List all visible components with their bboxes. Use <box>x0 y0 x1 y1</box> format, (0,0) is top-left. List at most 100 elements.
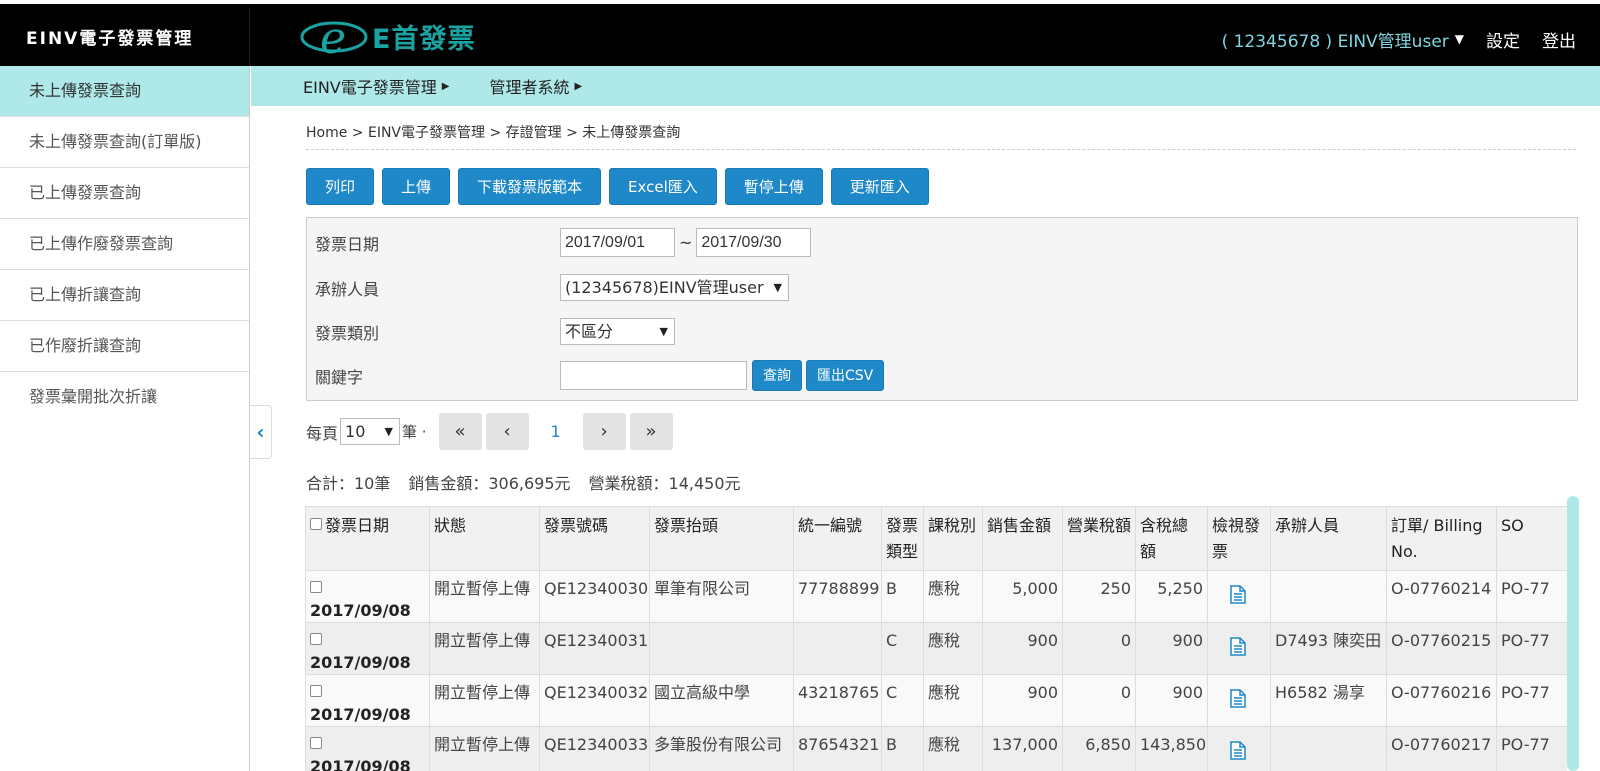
table-row[interactable]: 2017/09/08 開立暫停上傳 QE12340033 多筆股份有限公司 87… <box>305 726 1567 771</box>
invoice-type-label: 發票類別 <box>315 323 380 343</box>
print-button[interactable]: 列印 <box>306 168 375 205</box>
sidebar-collapse-button[interactable]: ‹ <box>250 405 272 459</box>
first-page-button[interactable]: « <box>438 413 482 450</box>
sidebar-item-batch-allowance[interactable]: 發票彙開批次折讓 <box>0 372 249 423</box>
next-page-button[interactable]: › <box>582 413 626 450</box>
upload-button[interactable]: 上傳 <box>382 168 451 205</box>
user-menu[interactable]: ( 12345678 ) EINV管理user ▼ <box>1222 27 1464 52</box>
cell-view <box>1207 674 1271 727</box>
cell-status: 開立暫停上傳 <box>429 570 540 623</box>
cell-tax: 250 <box>1062 570 1136 623</box>
cell-order: O-07760215 <box>1386 622 1497 675</box>
sidebar-item-uploaded-void[interactable]: 已上傳作廢發票查詢 <box>0 219 249 270</box>
cell-title: 多筆股份有限公司 <box>649 726 794 771</box>
keyword-input[interactable] <box>560 361 747 390</box>
query-button[interactable]: 查詢 <box>752 360 802 391</box>
col-title: 發票抬頭 <box>649 506 794 571</box>
cell-so: PO-77 <box>1496 726 1567 771</box>
sidebar: 未上傳發票查詢 未上傳發票查詢(訂單版) 已上傳發票查詢 已上傳作廢發票查詢 已… <box>0 66 250 771</box>
app-logo[interactable]: e E首發票 <box>300 10 475 62</box>
update-import-button[interactable]: 更新匯入 <box>830 168 929 205</box>
cell-total: 900 <box>1135 622 1208 675</box>
main-nav: EINV電子發票管理 ▶ 管理者系統 ▶ <box>251 66 1600 106</box>
cell-title <box>649 622 794 675</box>
table-row[interactable]: 2017/09/08 開立暫停上傳 QE12340032 國立高級中學 4321… <box>305 674 1567 727</box>
settings-link[interactable]: 設定 <box>1486 27 1520 52</box>
cell-order: O-07760217 <box>1386 726 1497 771</box>
vertical-scrollbar[interactable] <box>1567 496 1579 771</box>
cell-handler: H6582 湯享 <box>1270 674 1387 727</box>
cell-handler: D7493 陳奕田 <box>1270 622 1387 675</box>
cell-tax-kind: 應稅 <box>923 622 983 675</box>
nav-admin[interactable]: 管理者系統 ▶ <box>489 74 582 98</box>
cell-status: 開立暫停上傳 <box>429 674 540 727</box>
table-row[interactable]: 2017/09/08 開立暫停上傳 QE12340031 C 應稅 900 0 … <box>305 622 1567 675</box>
row-checkbox[interactable] <box>310 685 322 697</box>
sidebar-item-uploaded-allowance[interactable]: 已上傳折讓查詢 <box>0 270 249 321</box>
search-panel: 發票日期 2017/09/01 ~ 2017/09/30 承辦人員 (12345… <box>306 217 1578 401</box>
svg-text:e: e <box>320 13 346 59</box>
sidebar-item-unuploaded[interactable]: 未上傳發票查詢 <box>0 66 249 117</box>
col-date[interactable]: 發票日期 <box>305 506 430 571</box>
document-icon[interactable] <box>1230 689 1246 708</box>
cell-date[interactable]: 2017/09/08 <box>305 674 430 727</box>
caret-down-icon: ▼ <box>384 425 394 438</box>
date-to-input[interactable]: 2017/09/30 <box>696 228 812 257</box>
current-page[interactable]: 1 <box>540 413 571 450</box>
cell-type: B <box>881 570 924 623</box>
cell-date-text: 2017/09/08 <box>310 705 411 724</box>
pause-upload-button[interactable]: 暫停上傳 <box>724 168 823 205</box>
download-template-button[interactable]: 下載發票版範本 <box>458 168 602 205</box>
cell-tax-kind: 應稅 <box>923 570 983 623</box>
cell-number: QE12340030 <box>539 570 650 623</box>
sidebar-item-uploaded[interactable]: 已上傳發票查詢 <box>0 168 249 219</box>
cell-date[interactable]: 2017/09/08 <box>305 570 430 623</box>
row-checkbox[interactable] <box>310 737 322 749</box>
document-icon[interactable] <box>1230 741 1246 760</box>
cell-so: PO-77 <box>1496 570 1567 623</box>
cell-tax: 0 <box>1062 674 1136 727</box>
col-type: 發票類型 <box>881 506 924 571</box>
cell-total: 5,250 <box>1135 570 1208 623</box>
col-view: 檢視發票 <box>1207 506 1271 571</box>
col-tax-kind: 課稅別 <box>923 506 983 571</box>
row-checkbox[interactable] <box>310 581 322 593</box>
col-handler: 承辦人員 <box>1270 506 1387 571</box>
cell-sales: 900 <box>982 622 1063 675</box>
date-separator: ~ <box>679 233 693 252</box>
table-row[interactable]: 2017/09/08 開立暫停上傳 QE12340030 單筆有限公司 7778… <box>305 570 1567 623</box>
invoice-type-select[interactable]: 不區分 ▼ <box>560 318 675 345</box>
toolbar: 列印 上傳 下載發票版範本 Excel匯入 暫停上傳 更新匯入 <box>306 168 929 205</box>
cell-date[interactable]: 2017/09/08 <box>305 726 430 771</box>
cell-sales: 5,000 <box>982 570 1063 623</box>
logo-text: E首發票 <box>372 23 476 55</box>
row-checkbox[interactable] <box>310 633 322 645</box>
document-icon[interactable] <box>1230 585 1246 604</box>
logout-link[interactable]: 登出 <box>1542 27 1576 52</box>
select-all-checkbox[interactable] <box>310 518 322 530</box>
sidebar-item-void-allowance[interactable]: 已作廢折讓查詢 <box>0 321 249 372</box>
caret-down-icon: ▼ <box>659 325 668 338</box>
per-page-unit: 筆 · <box>402 423 427 441</box>
cell-order: O-07760216 <box>1386 674 1497 727</box>
cell-tax-id <box>793 622 882 675</box>
sidebar-item-unuploaded-order[interactable]: 未上傳發票查詢(訂單版) <box>0 117 249 168</box>
prev-page-button[interactable]: ‹ <box>485 413 529 450</box>
per-page-select[interactable]: 10 ▼ <box>340 418 401 445</box>
nav-admin-label: 管理者系統 <box>489 78 570 97</box>
per-page-value: 10 <box>345 422 366 441</box>
handler-select[interactable]: (12345678)EINV管理user ▼ <box>560 274 789 301</box>
document-icon[interactable] <box>1230 637 1246 656</box>
cell-total: 900 <box>1135 674 1208 727</box>
export-csv-button[interactable]: 匯出CSV <box>806 360 885 391</box>
last-page-button[interactable]: » <box>629 413 673 450</box>
cell-date[interactable]: 2017/09/08 <box>305 622 430 675</box>
date-from-input[interactable]: 2017/09/01 <box>560 228 675 257</box>
handler-select-value: (12345678)EINV管理user <box>565 278 764 297</box>
nav-einv[interactable]: EINV電子發票管理 ▶ <box>303 74 449 98</box>
keyword-label: 關鍵字 <box>315 367 364 387</box>
cell-so: PO-77 <box>1496 674 1567 727</box>
cell-number: QE12340031 <box>539 622 650 675</box>
cell-sales: 900 <box>982 674 1063 727</box>
excel-import-button[interactable]: Excel匯入 <box>609 168 717 205</box>
